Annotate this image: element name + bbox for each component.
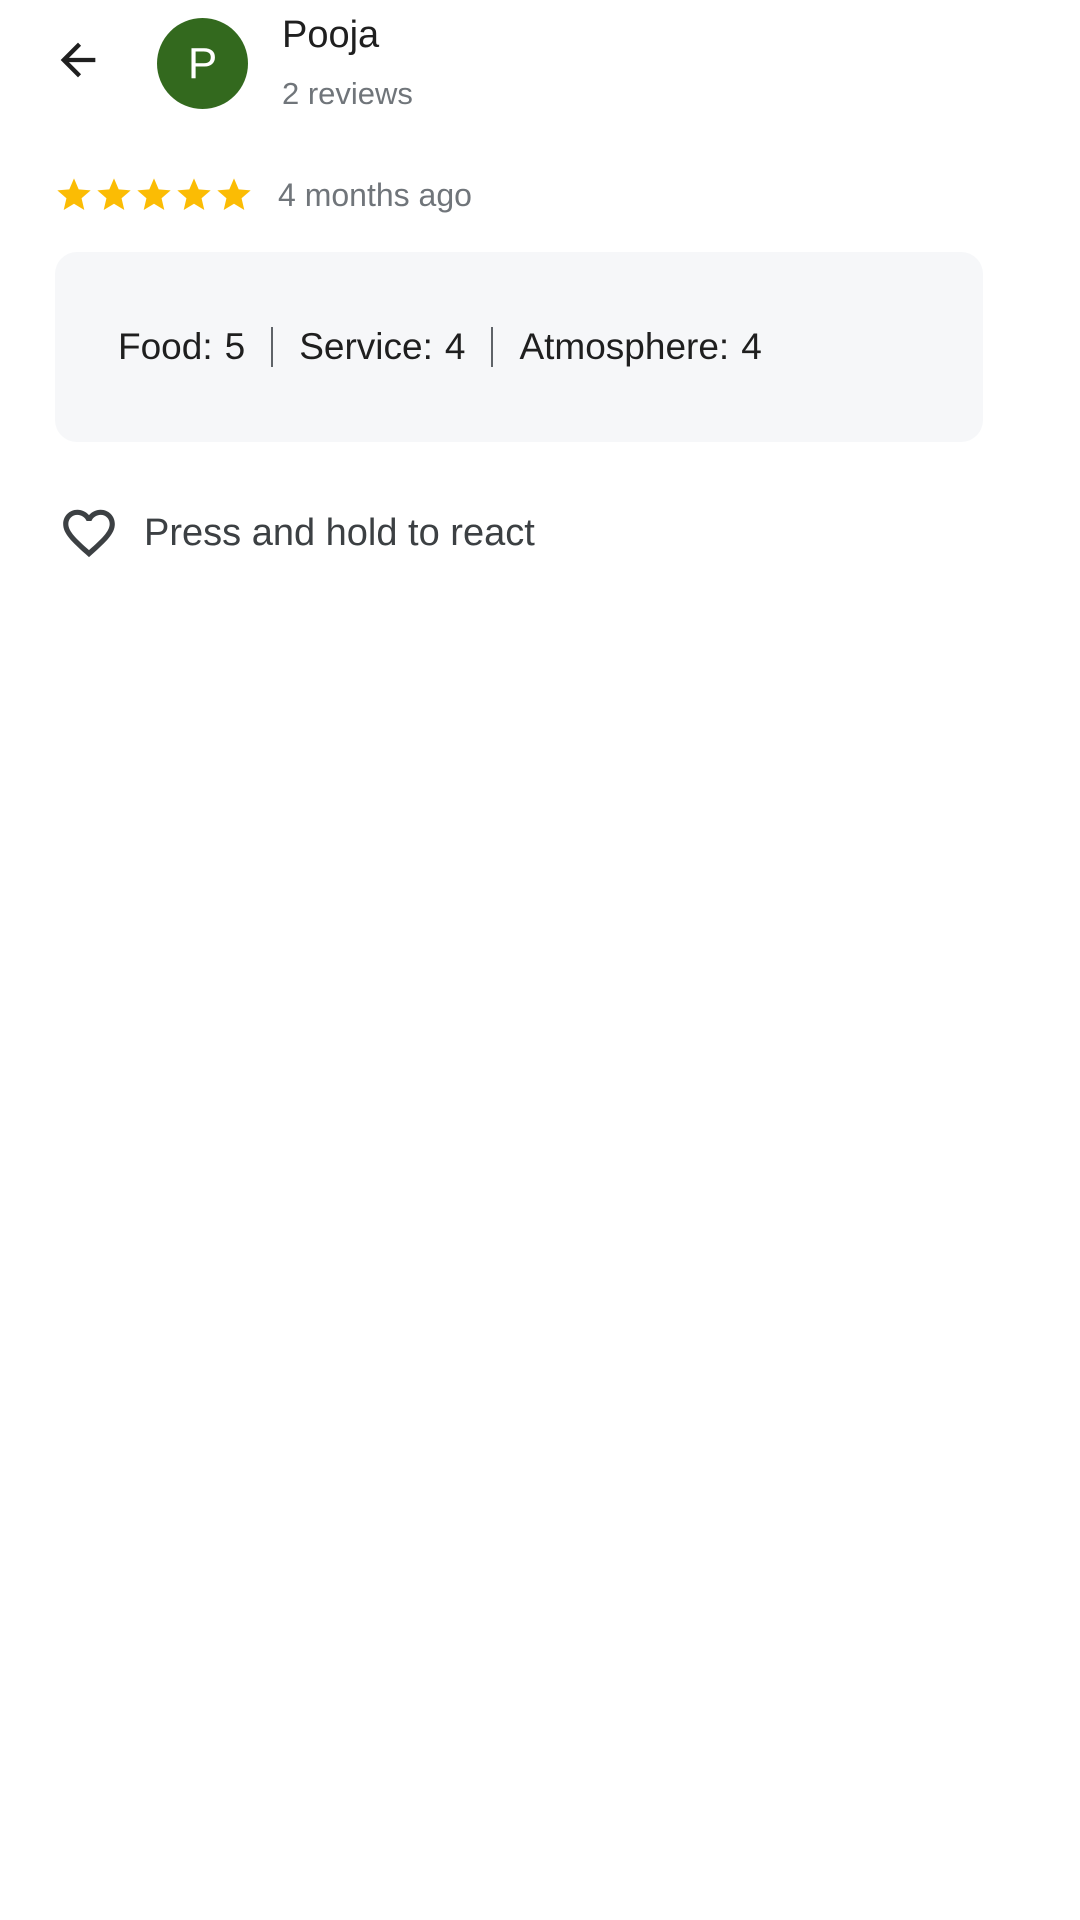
star-icon xyxy=(54,175,94,215)
avatar[interactable]: P xyxy=(157,18,248,109)
star-icon xyxy=(134,175,174,215)
rating-value: 5 xyxy=(224,326,246,367)
arrow-back-icon xyxy=(60,42,96,78)
review-header: P Pooja 2 reviews xyxy=(0,0,1080,130)
review-count: 2 reviews xyxy=(282,76,413,111)
divider xyxy=(491,327,494,367)
star-icon xyxy=(94,175,134,215)
author-name[interactable]: Pooja xyxy=(282,14,379,57)
react-label: Press and hold to react xyxy=(144,511,535,554)
star-rating xyxy=(54,175,254,215)
rating-label: Food: xyxy=(118,326,213,367)
rating-label: Service: xyxy=(299,326,433,367)
star-icon xyxy=(174,175,214,215)
back-button[interactable] xyxy=(40,22,116,98)
rating-row: 4 months ago xyxy=(54,170,472,220)
star-icon xyxy=(214,175,254,215)
rating-value: 4 xyxy=(741,326,762,367)
rating-food: Food: 5 xyxy=(118,326,245,368)
review-time: 4 months ago xyxy=(278,176,472,213)
heart-outline-icon xyxy=(63,509,115,558)
rating-atmosphere: Atmosphere: 4 xyxy=(519,326,761,368)
divider xyxy=(271,327,274,367)
react-button[interactable]: Press and hold to react xyxy=(58,500,535,566)
rating-value: 4 xyxy=(444,326,466,367)
rating-label: Atmosphere: xyxy=(519,326,730,367)
category-ratings: Food: 5 Service: 4 Atmosphere: 4 xyxy=(118,326,762,368)
rating-service: Service: 4 xyxy=(299,326,465,368)
category-ratings-card: Food: 5 Service: 4 Atmosphere: 4 xyxy=(55,252,983,442)
avatar-letter: P xyxy=(187,38,218,88)
